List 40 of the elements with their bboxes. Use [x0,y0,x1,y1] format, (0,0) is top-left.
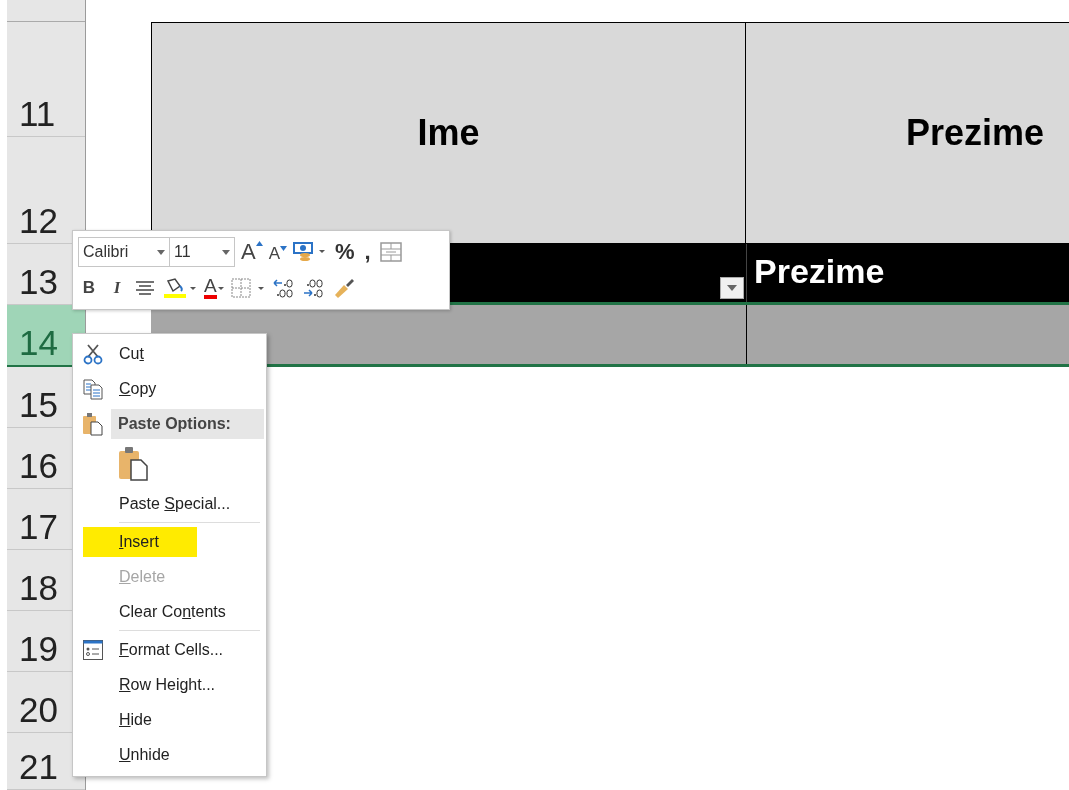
caret-icon [727,285,737,291]
row-header[interactable]: 11 [7,22,85,137]
menu-item[interactable]: Copy [111,373,165,404]
header-text: Ime [417,112,480,154]
menu-item[interactable]: Insert [83,526,198,557]
percent-style-button[interactable]: % [333,239,357,265]
menu-item[interactable]: Hide [111,704,160,735]
font-dropdown[interactable]: Calibri [78,237,170,267]
format-cells-icon [82,638,104,661]
font-color-button[interactable]: A [204,277,224,299]
paste-icon[interactable] [117,445,151,482]
increase-font-button[interactable]: A [241,239,263,265]
caret-icon [217,286,224,290]
fill-color-icon[interactable] [162,277,198,299]
copy-icon [82,377,104,400]
column-title: Prezime [754,252,885,291]
font-size-dropdown[interactable]: 11 [169,237,235,267]
comma-style-button[interactable]: , [362,239,373,265]
decrease-decimal-icon[interactable] [301,277,326,299]
caret-icon [157,249,165,255]
menu-item[interactable]: Format Cells... [111,634,232,665]
row-header[interactable]: 14 [7,305,85,367]
up-triangle-icon [255,241,263,246]
menu-item[interactable]: Clear Contents [111,596,234,627]
menu-section-header: Paste Options: [111,408,264,439]
menu-item[interactable]: Paste Special... [111,488,239,519]
filter-dropdown-button[interactable] [720,277,744,299]
currency-format-icon[interactable] [293,241,328,263]
down-triangle-icon [280,246,288,251]
menu-item[interactable]: Row Height... [111,669,224,700]
caret-icon [222,249,230,255]
decrease-font-button[interactable]: A [268,244,288,264]
menu-item[interactable]: Cut [111,338,152,369]
scissors-icon [82,342,104,365]
menu-item[interactable]: Unhide [111,739,178,770]
paste-icon [82,411,104,436]
header-text: Prezime [906,112,1045,154]
align-center-icon[interactable] [134,279,156,297]
increase-decimal-icon[interactable] [271,277,296,299]
italic-button[interactable]: I [106,278,128,298]
